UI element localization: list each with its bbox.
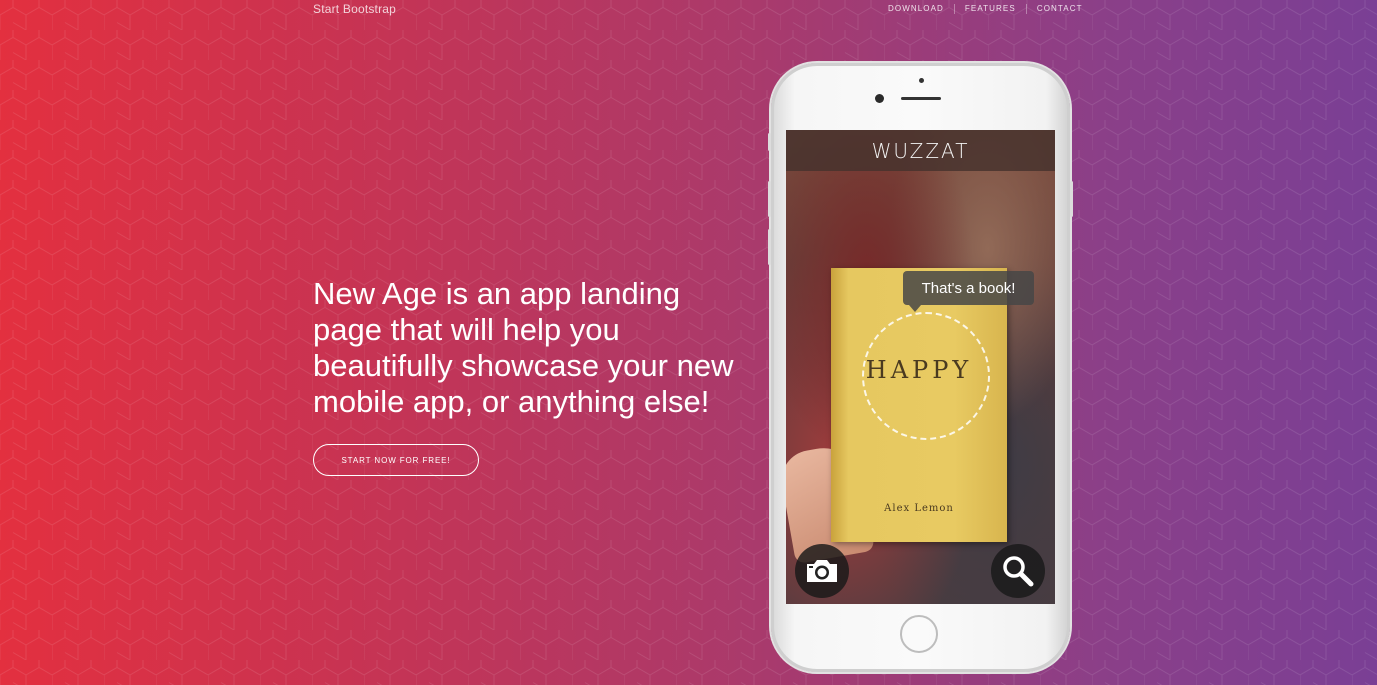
recognition-bubble: That's a book! <box>903 271 1034 312</box>
camera-icon <box>807 560 837 582</box>
phone-mockup: WUZZAT HAPPY Alex Lemon That's a book! <box>768 63 1073 672</box>
phone-side-button <box>768 133 771 151</box>
phone-front-camera <box>875 94 884 103</box>
phone-power-button <box>1070 181 1073 217</box>
app-title: WUZZAT <box>786 130 1055 171</box>
nav-contact[interactable]: Contact <box>1027 4 1093 14</box>
phone-sensor <box>919 78 924 83</box>
phone-speaker <box>901 97 941 100</box>
nav-download[interactable]: Download <box>888 4 954 14</box>
phone-side-button <box>768 229 771 265</box>
hero-headline: New Age is an app landing page that will… <box>313 276 734 419</box>
search-button[interactable] <box>991 544 1045 598</box>
search-icon <box>1003 556 1034 587</box>
nav-features[interactable]: Features <box>955 4 1026 14</box>
book-author: Alex Lemon <box>884 503 954 514</box>
start-now-button[interactable]: Start Now for Free! <box>313 444 479 476</box>
brand-link[interactable]: Start Bootstrap <box>313 2 396 16</box>
phone-screen: WUZZAT HAPPY Alex Lemon That's a book! <box>786 130 1055 604</box>
phone-side-button <box>768 181 771 217</box>
camera-button[interactable] <box>795 544 849 598</box>
home-button <box>900 615 938 653</box>
nav-menu: Download Features Contact <box>888 4 1093 14</box>
focus-circle <box>862 312 990 440</box>
